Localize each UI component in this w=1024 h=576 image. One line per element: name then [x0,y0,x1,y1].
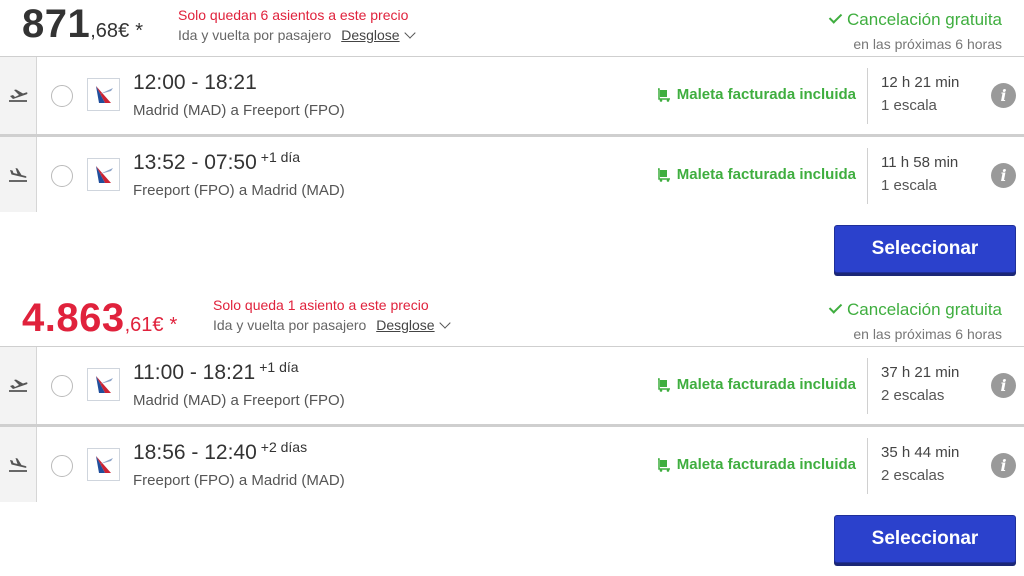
chevron-down-icon[interactable] [438,317,451,329]
segment-times-text: 12:00 - 18:21 [133,71,257,94]
flight-offer-1: 871,68€ * Solo quedan 6 asientos a este p… [0,0,1024,290]
baggage-label: Maleta facturada incluida [676,376,856,393]
segment-stops: 2 escalas [881,387,945,404]
segment-times: 18:56 - 12:40 +2 días [133,439,308,465]
info-icon[interactable]: i [991,83,1016,108]
plane-landing-icon [0,427,37,502]
price-decimals: ,68 [90,20,119,42]
check-icon [828,10,843,24]
segment-route: Freeport (FPO) a Madrid (MAD) [133,182,345,199]
segment-radio[interactable] [51,85,73,107]
segment-stops: 1 escala [881,97,937,114]
seats-left-alert: Solo quedan 6 asientos a este precio [178,7,409,23]
luggage-cart-icon [657,457,670,472]
luggage-cart-icon [657,87,670,102]
luggage-cart-icon [657,167,670,182]
american-airlines-logo-icon [87,448,120,481]
price-currency: € [118,20,130,42]
fare-note: Ida y vuelta por pasajero Desglose [178,27,416,43]
segment-times-text: 11:00 - 18:21 [133,361,256,384]
segment-duration: 11 h 58 min [881,154,959,171]
divider [867,148,868,204]
select-row: Seleccionar [0,502,1024,576]
american-airlines-logo-icon [87,78,120,111]
segment-radio[interactable] [51,165,73,187]
baggage-label: Maleta facturada incluida [676,166,856,183]
info-icon[interactable]: i [991,453,1016,478]
free-cancellation-label: Cancelación gratuita [847,10,1002,29]
segment-times-text: 18:56 - 12:40 [133,441,257,464]
select-row: Seleccionar [0,212,1024,288]
segment-route: Madrid (MAD) a Freeport (FPO) [133,102,345,119]
flight-segment-return[interactable]: 13:52 - 07:50 +1 día Freeport (FPO) a Mad… [0,134,1024,212]
segment-radio[interactable] [51,375,73,397]
price-integer: 871 [22,2,91,46]
info-icon[interactable]: i [991,373,1016,398]
segment-stops: 1 escala [881,177,937,194]
flight-segment-outbound[interactable]: 12:00 - 18:21 Madrid (MAD) a Freeport (F… [0,56,1024,134]
price: 871,68€ * [22,4,143,44]
baggage-included: Maleta facturada incluida [657,456,856,473]
divider [867,438,868,494]
segment-times: 12:00 - 18:21 [133,71,261,95]
offer-header: 871,68€ * Solo quedan 6 asientos a este p… [0,0,1024,56]
free-cancellation: Cancelación gratuita [828,300,1002,320]
divider [867,358,868,414]
baggage-label: Maleta facturada incluida [676,86,856,103]
flight-offer-2: 4.863,61€ * Solo queda 1 asiento a este p… [0,290,1024,576]
free-cancellation-note: en las próximas 6 horas [853,326,1002,342]
breakdown-link[interactable]: Desglose [341,27,399,43]
baggage-included: Maleta facturada incluida [657,166,856,183]
fare-note-text: Ida y vuelta por pasajero [213,317,367,333]
plus-day: +1 día [260,149,301,165]
segment-duration: 12 h 21 min [881,74,960,91]
flight-segment-return[interactable]: 18:56 - 12:40 +2 días Freeport (FPO) a Ma… [0,424,1024,502]
price-asterisk: * [169,314,178,336]
american-airlines-logo-icon [87,368,120,401]
segment-route: Freeport (FPO) a Madrid (MAD) [133,472,345,489]
select-button[interactable]: Seleccionar [834,225,1016,273]
price-decimals: ,61 [124,314,153,336]
divider [867,68,868,124]
segment-radio[interactable] [51,455,73,477]
breakdown-link[interactable]: Desglose [376,317,434,333]
price-asterisk: * [135,20,143,42]
free-cancellation-label: Cancelación gratuita [847,300,1002,319]
baggage-label: Maleta facturada incluida [676,456,856,473]
free-cancellation: Cancelación gratuita [828,10,1002,30]
check-icon [828,300,843,314]
segment-times-text: 13:52 - 07:50 [133,151,257,174]
plane-takeoff-icon [0,57,37,134]
baggage-included: Maleta facturada incluida [657,376,856,393]
info-icon[interactable]: i [991,163,1016,188]
offer-header: 4.863,61€ * Solo queda 1 asiento a este p… [0,290,1024,346]
price: 4.863,61€ * [22,298,177,338]
free-cancellation-note: en las próximas 6 horas [853,36,1002,52]
segment-duration: 37 h 21 min [881,364,960,381]
segment-duration: 35 h 44 min [881,444,960,461]
select-button[interactable]: Seleccionar [834,515,1016,563]
segment-stops: 2 escalas [881,467,945,484]
plus-day: +1 día [259,359,299,375]
plus-day: +2 días [260,439,308,455]
price-integer: 4.863 [22,296,125,340]
chevron-down-icon[interactable] [403,27,416,39]
segment-times: 11:00 - 18:21 +1 día [133,359,299,385]
baggage-included: Maleta facturada incluida [657,86,856,103]
price-currency: € [152,314,164,336]
fare-note: Ida y vuelta por pasajero Desglose [213,317,451,333]
segment-route: Madrid (MAD) a Freeport (FPO) [133,392,345,409]
fare-note-text: Ida y vuelta por pasajero [178,27,332,43]
plane-takeoff-icon [0,347,37,424]
segment-times: 13:52 - 07:50 +1 día [133,149,301,175]
luggage-cart-icon [657,377,670,392]
plane-landing-icon [0,137,37,212]
seats-left-alert: Solo queda 1 asiento a este precio [213,297,429,313]
american-airlines-logo-icon [87,158,120,191]
flight-segment-outbound[interactable]: 11:00 - 18:21 +1 día Madrid (MAD) a Freep… [0,346,1024,424]
